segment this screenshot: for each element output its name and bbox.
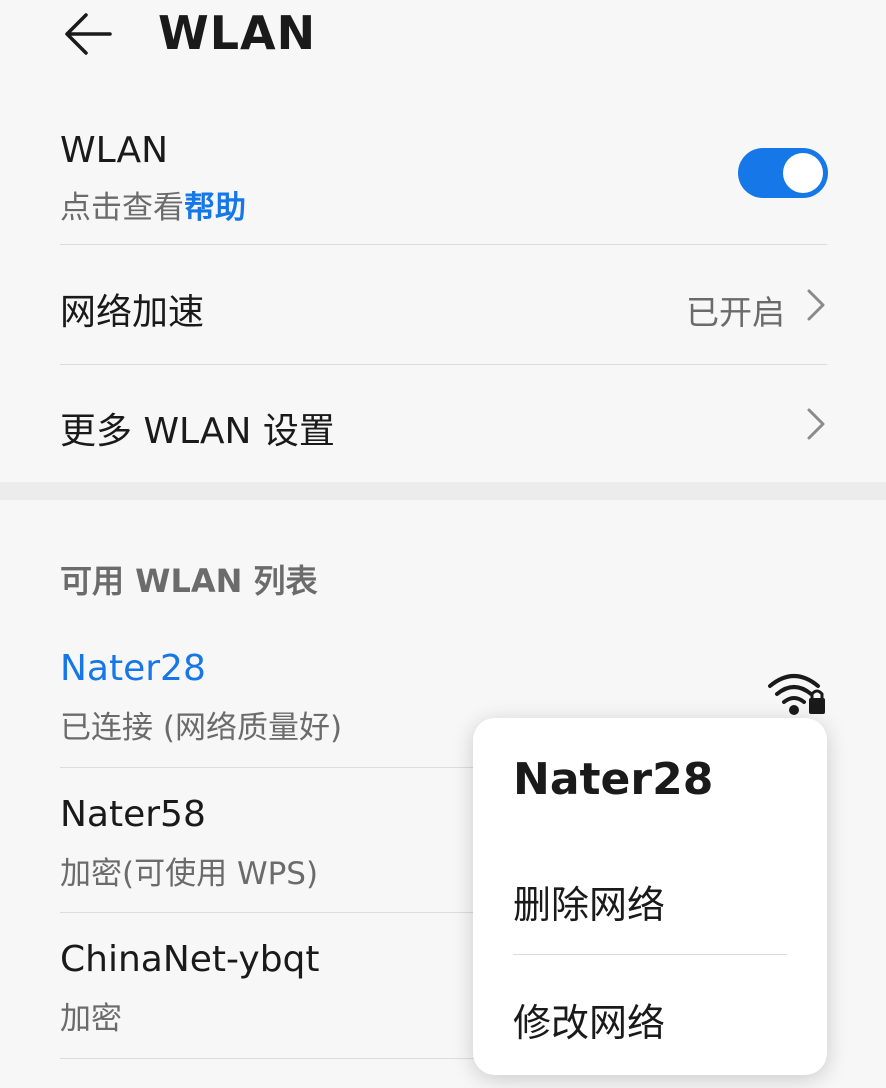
arrow-left-icon — [65, 13, 112, 55]
network-name: ChinaNet-ybqt — [60, 939, 320, 980]
section-gap — [0, 482, 886, 500]
wlan-toggle-switch[interactable] — [738, 148, 828, 198]
top-bar: WLAN — [0, 0, 886, 80]
back-button[interactable] — [60, 10, 116, 58]
available-wlan-header: 可用 WLAN 列表 — [60, 562, 318, 600]
network-status: 加密(可使用 WPS) — [60, 856, 319, 892]
delete-network-menu-item[interactable]: 删除网络 — [513, 874, 803, 929]
chevron-right-icon — [807, 408, 825, 440]
network-name: Nater28 — [60, 648, 206, 689]
context-menu-title: Nater28 — [513, 754, 714, 805]
page-title: WLAN — [158, 6, 317, 60]
toggle-knob — [783, 153, 823, 193]
wlan-row-subtitle: 点击查看帮助 — [60, 182, 246, 227]
menu-divider — [513, 954, 787, 955]
network-acceleration-status: 已开启 — [686, 293, 785, 332]
network-acceleration-title: 网络加速 — [60, 292, 205, 333]
network-name: Nater58 — [60, 794, 206, 835]
help-link[interactable]: 帮助 — [184, 190, 246, 226]
modify-network-menu-item[interactable]: 修改网络 — [513, 992, 803, 1047]
network-status: 加密 — [60, 1001, 122, 1037]
divider — [60, 364, 827, 365]
settings-card: WLAN 点击查看帮助 网络加速 已开启 更多 WLAN 设置 — [0, 80, 886, 482]
wifi-lock-icon — [768, 674, 825, 715]
divider — [60, 244, 827, 245]
chevron-right-icon — [807, 289, 825, 321]
network-status: 已连接 (网络质量好) — [60, 710, 343, 746]
help-prefix-text: 点击查看 — [60, 190, 184, 226]
wlan-row-title: WLAN — [60, 130, 169, 171]
more-wlan-settings-title: 更多 WLAN 设置 — [60, 411, 335, 452]
network-context-menu: Nater28 删除网络 修改网络 — [473, 718, 827, 1075]
